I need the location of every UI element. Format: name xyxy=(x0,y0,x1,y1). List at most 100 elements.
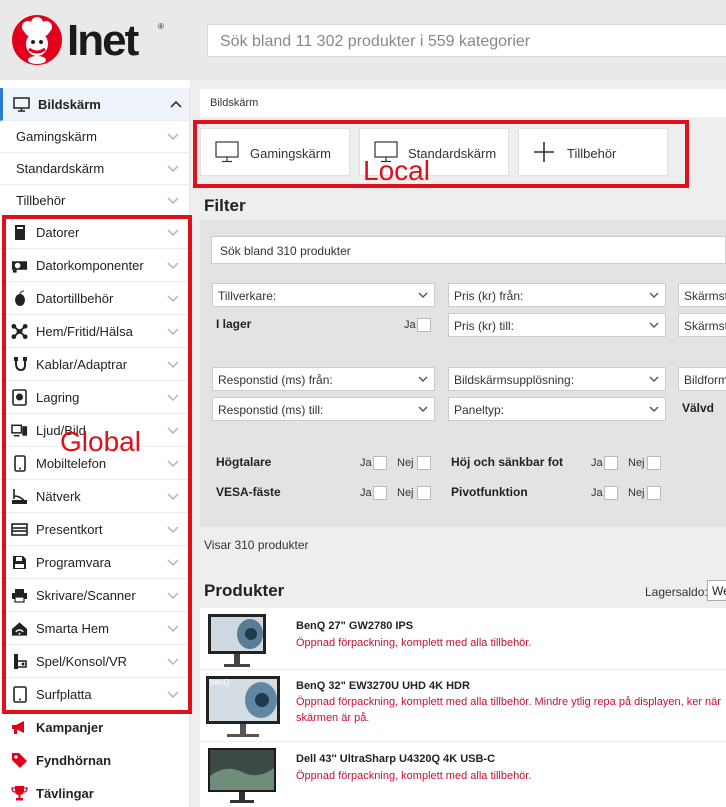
product-description: Öppnad förpackning, komplett med alla ti… xyxy=(296,770,532,782)
upplosning-select[interactable]: Bildskärmsupplösning: xyxy=(448,367,666,391)
product-brand: benQ xyxy=(210,678,230,687)
responstid-till-select[interactable]: Responstid (ms) till: xyxy=(212,397,435,421)
hoj-sankbar-label: Höj och sänkbar fot xyxy=(451,455,564,469)
skarmstorlek-fran-select[interactable]: Skärmstl xyxy=(678,283,726,307)
vesa-label: VESA-fäste xyxy=(216,485,281,499)
pivot-label: Pivotfunktion xyxy=(451,485,528,499)
local-annotation-label: Local xyxy=(363,155,430,186)
breadcrumb[interactable]: Bildskärm xyxy=(200,89,726,117)
chevron-down-icon[interactable] xyxy=(166,194,180,206)
product-name[interactable]: BenQ 32" EW3270U UHD 4K HDR xyxy=(296,680,470,692)
chevron-up-icon[interactable] xyxy=(169,98,183,110)
hoj-sankbar-ja-checkbox[interactable] xyxy=(604,456,618,470)
pivot-nej-checkbox[interactable] xyxy=(647,486,661,500)
select-value: Responstid (ms) till: xyxy=(218,403,324,417)
nej-label: Nej xyxy=(628,487,645,499)
tag-icon xyxy=(11,752,28,769)
select-value: Tillverkare: xyxy=(218,289,277,303)
product-row[interactable]: benQ BenQ 32" EW3270U UHD 4K HDR Öppnad … xyxy=(200,670,726,742)
vesa-nej-checkbox[interactable] xyxy=(417,486,431,500)
select-value: Bildskärmsupplösning: xyxy=(454,373,575,387)
sidebar-item-label: Tävlingar xyxy=(36,786,94,801)
hogtalare-nej-checkbox[interactable] xyxy=(417,456,431,470)
sidebar-item-fyndhornan[interactable]: Fyndhörnan xyxy=(0,744,189,777)
ja-label: Ja xyxy=(360,457,372,469)
logo-registered-mark: ® xyxy=(158,22,164,31)
hogtalare-ja-checkbox[interactable] xyxy=(373,456,387,470)
ja-label: Ja xyxy=(591,487,603,499)
select-value: Skärmstl xyxy=(684,289,726,303)
local-annotation-box xyxy=(193,120,689,188)
i-lager-label: I lager xyxy=(216,317,252,331)
stock-select[interactable]: We xyxy=(707,580,726,601)
select-value: Pris (kr) från: xyxy=(454,289,524,303)
chevron-down-icon xyxy=(418,292,428,298)
chef-mascot-icon xyxy=(12,15,62,65)
select-value: Skärmstl xyxy=(684,319,726,333)
responstid-fran-select[interactable]: Responstid (ms) från: xyxy=(212,367,435,391)
nej-label: Nej xyxy=(397,487,414,499)
pris-till-select[interactable]: Pris (kr) till: xyxy=(448,313,666,337)
chevron-down-icon xyxy=(649,292,659,298)
tillverkare-select[interactable]: Tillverkare: xyxy=(212,283,435,307)
product-image[interactable] xyxy=(206,746,278,804)
product-image[interactable] xyxy=(206,612,268,670)
product-description: Öppnad förpackning, komplett med alla ti… xyxy=(296,637,532,649)
monitor-icon xyxy=(13,96,30,113)
vesa-ja-checkbox[interactable] xyxy=(373,486,387,500)
i-lager-ja-checkbox[interactable] xyxy=(417,318,431,332)
products-heading: Produkter xyxy=(204,581,285,600)
megaphone-icon xyxy=(11,719,28,736)
ja-label: Ja xyxy=(591,457,603,469)
select-value: Bildform xyxy=(684,373,726,387)
chevron-down-icon xyxy=(649,322,659,328)
sidebar-subitem-standardskarm[interactable]: Standardskärm xyxy=(0,152,189,185)
chevron-down-icon xyxy=(649,376,659,382)
product-name[interactable]: Dell 43'' UltraSharp U4320Q 4K USB-C xyxy=(296,753,495,765)
global-annotation-label: Global xyxy=(60,426,141,457)
product-row[interactable]: Dell 43'' UltraSharp U4320Q 4K USB-C Öpp… xyxy=(200,742,726,807)
select-value: Paneltyp: xyxy=(454,403,505,417)
pivot-ja-checkbox[interactable] xyxy=(604,486,618,500)
sidebar-item-label: Gamingskärm xyxy=(16,129,97,144)
bildformat-select[interactable]: Bildform xyxy=(678,367,726,391)
site-header: Inet ® Sök bland 11 302 produkter i 559 … xyxy=(0,0,726,80)
nej-label: Nej xyxy=(628,457,645,469)
nej-label: Nej xyxy=(397,457,414,469)
product-row[interactable]: BenQ 27" GW2780 IPS Öppnad förpackning, … xyxy=(200,608,726,670)
sidebar-item-label: Bildskärm xyxy=(38,97,101,112)
sidebar-item-bildskarm[interactable]: Bildskärm xyxy=(0,88,189,121)
sidebar-item-label: Kampanjer xyxy=(36,720,104,735)
chevron-down-icon[interactable] xyxy=(166,162,180,174)
trophy-icon xyxy=(11,785,28,802)
hogtalare-label: Högtalare xyxy=(216,455,272,469)
inet-logo[interactable]: Inet ® xyxy=(11,14,164,66)
global-annotation-box xyxy=(2,215,192,714)
ja-label: Ja xyxy=(360,487,372,499)
hoj-sankbar-nej-checkbox[interactable] xyxy=(647,456,661,470)
chevron-down-icon xyxy=(418,406,428,412)
filter-heading: Filter xyxy=(204,196,246,215)
sidebar-item-label: Standardskärm xyxy=(16,161,105,176)
valvd-label: Välvd xyxy=(682,401,715,415)
sidebar-subitem-tillbehor[interactable]: Tillbehör xyxy=(0,184,189,217)
ja-label: Ja xyxy=(404,319,416,331)
pris-fran-select[interactable]: Pris (kr) från: xyxy=(448,283,666,307)
select-value: Responstid (ms) från: xyxy=(218,373,333,387)
logo-wordmark: Inet xyxy=(67,16,139,65)
product-description: Öppnad förpackning, komplett med alla ti… xyxy=(296,696,721,724)
search-input[interactable]: Sök bland 11 302 produkter i 559 kategor… xyxy=(207,24,726,57)
chevron-down-icon xyxy=(649,406,659,412)
skarmstorlek-till-select[interactable]: Skärmstl xyxy=(678,313,726,337)
sidebar-subitem-gamingskarm[interactable]: Gamingskärm xyxy=(0,120,189,153)
chevron-down-icon[interactable] xyxy=(166,130,180,142)
sidebar-item-kampanjer[interactable]: Kampanjer xyxy=(0,711,189,744)
sidebar-item-tavlingar[interactable]: Tävlingar xyxy=(0,777,189,807)
filter-search-input[interactable]: Sök bland 310 produkter xyxy=(211,236,726,264)
paneltyp-select[interactable]: Paneltyp: xyxy=(448,397,666,421)
stock-label: Lagersaldo: xyxy=(645,585,708,599)
result-count: Visar 310 produkter xyxy=(204,538,309,552)
sidebar-item-label: Fyndhörnan xyxy=(36,753,112,768)
product-name[interactable]: BenQ 27" GW2780 IPS xyxy=(296,620,413,632)
select-value: Pris (kr) till: xyxy=(454,319,514,333)
